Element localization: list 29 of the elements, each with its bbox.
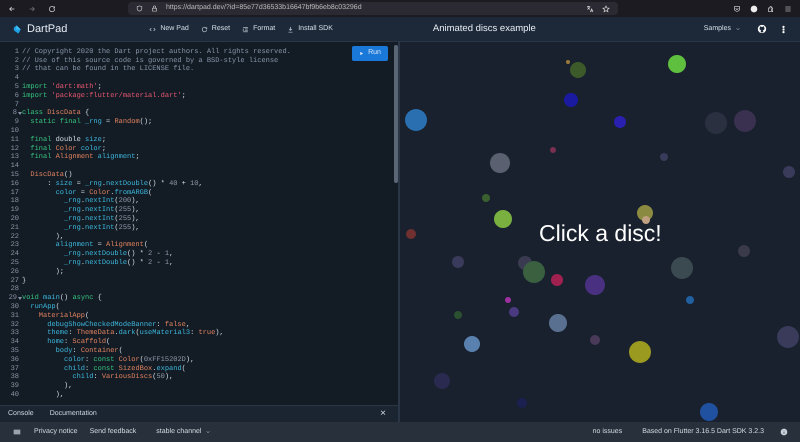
format-icon [242, 26, 250, 32]
download-icon [287, 26, 294, 32]
keyboard-icon[interactable] [12, 428, 22, 436]
reload-icon [200, 26, 208, 32]
caret-icon [205, 429, 212, 435]
lock-icon [151, 5, 158, 12]
reload-icon[interactable] [48, 4, 56, 12]
github-icon[interactable] [757, 24, 767, 34]
app-name: DartPad [27, 22, 68, 37]
forward-icon[interactable] [28, 4, 36, 12]
extensions-icon[interactable] [767, 4, 775, 12]
preview-message: Click a disc! [539, 219, 662, 248]
pocket-icon[interactable] [733, 4, 741, 12]
fold-icon[interactable] [18, 112, 22, 116]
translate-icon[interactable] [586, 4, 594, 12]
code-icon [149, 26, 156, 32]
scrollbar[interactable] [394, 45, 398, 183]
caret-icon [735, 26, 741, 32]
fold-icon[interactable] [18, 297, 22, 300]
info-icon[interactable] [780, 428, 788, 436]
pad-title: Animated discs example [432, 22, 536, 36]
shield-icon [136, 5, 143, 12]
dart-logo-icon [12, 24, 23, 34]
star-icon[interactable] [602, 4, 610, 12]
close-button[interactable]: × [380, 409, 386, 419]
account-icon[interactable] [750, 4, 758, 12]
menu-icon[interactable] [784, 4, 792, 12]
back-icon[interactable] [8, 4, 16, 12]
play-icon [359, 51, 364, 56]
